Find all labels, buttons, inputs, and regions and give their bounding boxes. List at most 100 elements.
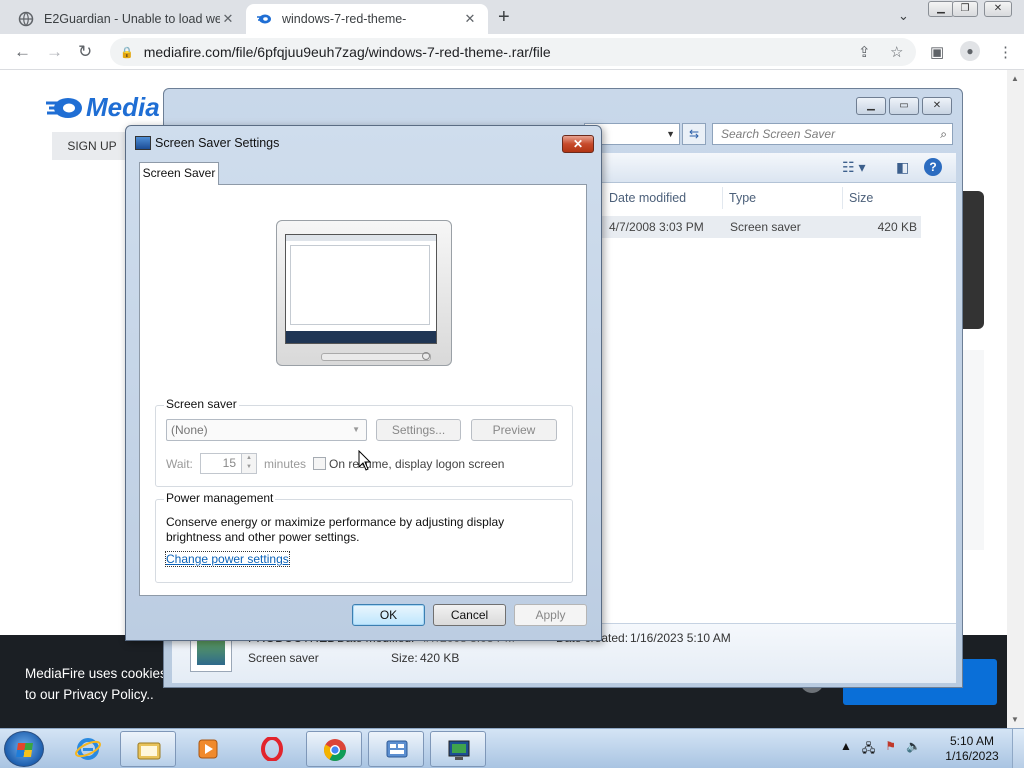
sign-up-button[interactable]: SIGN UP (52, 132, 132, 160)
details-size: 420 KB (420, 651, 460, 665)
change-power-settings-link[interactable]: Change power settings (165, 551, 290, 567)
minimize-button[interactable]: ▁ (928, 1, 954, 17)
column-date-modified[interactable]: Date modified (609, 191, 686, 205)
new-tab-button[interactable]: + (498, 6, 510, 29)
wait-stepper[interactable]: ▲ ▼ (241, 453, 257, 474)
details-date-created: 1/16/2023 5:10 AM (630, 631, 731, 645)
explorer-minimize-button[interactable]: ▁ (856, 97, 886, 115)
file-size: 420 KB (877, 220, 917, 234)
media-player-icon (198, 739, 218, 759)
resume-logon-label[interactable]: On resume, display logon screen (329, 457, 504, 471)
minutes-label: minutes (264, 457, 307, 471)
resume-logon-checkbox[interactable] (313, 457, 326, 470)
show-hidden-icons-icon[interactable]: ▲ (840, 739, 852, 760)
explorer-close-button[interactable]: ✕ (922, 97, 952, 115)
restore-button[interactable]: ❐ (952, 1, 978, 17)
back-arrow-icon[interactable]: ← (14, 42, 31, 62)
forward-arrow-icon[interactable]: → (46, 42, 63, 62)
folder-icon (137, 742, 161, 760)
file-row[interactable]: 4/7/2008 3:03 PM Screen saver 420 KB (602, 216, 921, 238)
details-size-label: Size: (391, 651, 418, 665)
settings-button[interactable]: Settings... (376, 419, 461, 441)
mediafire-flame-icon (46, 97, 82, 118)
reload-icon[interactable]: ↻ (78, 42, 92, 62)
screen-saver-group-label: Screen saver (164, 397, 239, 411)
taskbar-control-panel[interactable] (368, 731, 424, 767)
browser-toolbar: ← → ↻ 🔒 mediafire.com/file/6pfqjuu9euh7z… (0, 34, 1024, 70)
explorer-window-controls: ▁ ▭ ✕ (856, 97, 952, 115)
apply-button[interactable]: Apply (514, 604, 587, 626)
screen-saver-select[interactable]: (None) ▼ (166, 419, 367, 441)
screen-saver-tab-panel: Screen saver (None) ▼ Settings... Previe… (139, 184, 587, 596)
screen-saver-group: Screen saver (None) ▼ Settings... Previe… (155, 397, 573, 487)
view-options-icon[interactable]: ☷ ▾ (842, 159, 865, 176)
taskbar-opera[interactable] (244, 731, 300, 767)
details-type: Screen saver (248, 651, 319, 665)
bookmark-star-icon[interactable]: ☆ (890, 43, 903, 61)
share-icon[interactable]: ⇪ (858, 43, 871, 61)
menu-kebab-icon[interactable]: ⋮ (998, 43, 1013, 61)
power-management-group-label: Power management (164, 491, 276, 505)
taskbar-clock[interactable]: 5:10 AM 1/16/2023 (940, 734, 1004, 764)
cookie-text: MediaFire uses cookies to our Privacy Po… (25, 666, 167, 702)
taskbar-media-player[interactable] (180, 731, 236, 767)
mediafire-logo[interactable]: Media (44, 92, 160, 123)
cancel-button[interactable]: Cancel (433, 604, 506, 626)
ok-button[interactable]: OK (352, 604, 425, 626)
refresh-icon[interactable]: ⇆ (682, 123, 706, 145)
explorer-search-input[interactable]: Search Screen Saver ⌕ (712, 123, 953, 145)
side-panel-icon[interactable]: ▣ (930, 43, 944, 61)
preview-pane-icon[interactable]: ◧ (896, 159, 909, 176)
windows-logo-icon (16, 743, 33, 757)
help-icon[interactable]: ? (924, 158, 942, 176)
tab-search-button[interactable]: ⌄ (898, 8, 909, 24)
taskbar-internet-explorer[interactable] (60, 731, 116, 767)
column-type[interactable]: Type (729, 191, 756, 205)
internet-explorer-icon (75, 738, 101, 760)
preview-button[interactable]: Preview (471, 419, 557, 441)
tab-title: windows-7-red-theme- (282, 12, 407, 26)
start-button[interactable] (4, 731, 44, 767)
dialog-close-button[interactable]: ✕ (562, 135, 594, 153)
tab-e2guardian[interactable]: E2Guardian - Unable to load web ✕ (8, 4, 246, 34)
taskbar-display-settings[interactable] (430, 731, 486, 767)
url-text: mediafire.com/file/6pfqjuu9euh7zag/windo… (143, 44, 551, 60)
file-date-modified: 4/7/2008 3:03 PM (609, 220, 704, 234)
show-desktop-button[interactable] (1012, 729, 1024, 768)
windows-taskbar: ▲ 🖧 ⚑ 🔈 5:10 AM 1/16/2023 (0, 728, 1024, 768)
column-size[interactable]: Size (849, 191, 873, 205)
taskbar-chrome[interactable] (306, 731, 362, 767)
taskbar-explorer[interactable] (120, 731, 176, 767)
display-settings-icon (135, 136, 151, 150)
file-type: Screen saver (730, 220, 801, 234)
page-dark-panel (962, 191, 984, 329)
monitor-preview (276, 220, 452, 366)
close-window-button[interactable]: ✕ (984, 1, 1012, 17)
search-icon[interactable]: ⌕ (940, 124, 947, 144)
mediafire-icon (257, 14, 271, 24)
column-divider[interactable] (722, 187, 723, 209)
network-icon[interactable]: 🖧 (862, 739, 875, 760)
chevron-down-icon[interactable]: ▼ (666, 124, 675, 144)
volume-icon[interactable]: 🔈 (906, 739, 921, 760)
page-scrollbar[interactable]: ▲ ▼ (1007, 70, 1024, 728)
explorer-maximize-button[interactable]: ▭ (889, 97, 919, 115)
lock-icon: 🔒 (120, 46, 134, 59)
close-tab-icon[interactable]: ✕ (462, 11, 478, 27)
column-divider[interactable] (842, 187, 843, 209)
tab-mediafire[interactable]: windows-7-red-theme- ✕ (246, 4, 488, 34)
dialog-title: Screen Saver Settings (155, 136, 280, 150)
wait-minutes-input[interactable]: 15 (200, 453, 242, 474)
search-placeholder: Search Screen Saver (721, 127, 836, 141)
chrome-icon (324, 739, 346, 761)
profile-avatar-icon[interactable]: ● (960, 41, 980, 61)
opera-icon (261, 737, 283, 761)
scroll-down-icon[interactable]: ▼ (1011, 715, 1019, 724)
system-tray: ▲ 🖧 ⚑ 🔈 (840, 739, 921, 760)
tab-screen-saver[interactable]: Screen Saver (139, 162, 219, 185)
logo-text: Media (86, 92, 160, 122)
close-tab-icon[interactable]: ✕ (220, 11, 236, 27)
scroll-up-icon[interactable]: ▲ (1011, 74, 1019, 83)
action-center-icon[interactable]: ⚑ (885, 739, 896, 760)
address-bar[interactable]: 🔒 mediafire.com/file/6pfqjuu9euh7zag/win… (110, 38, 916, 66)
